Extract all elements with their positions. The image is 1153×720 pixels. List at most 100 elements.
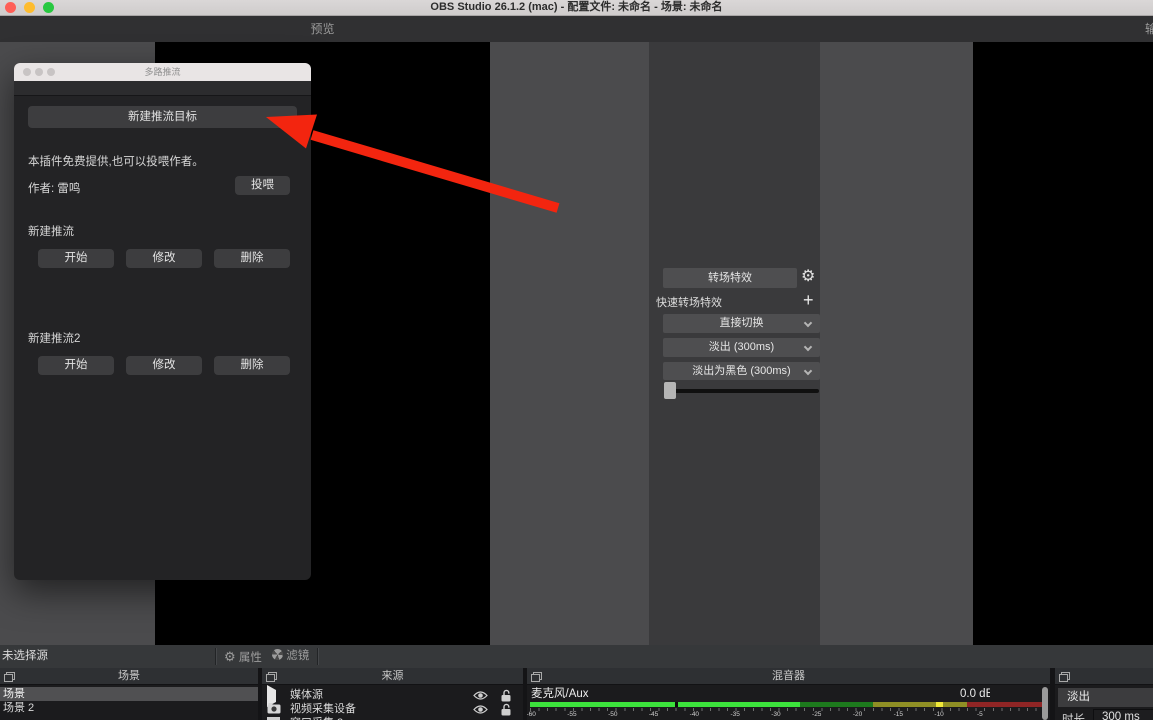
program-canvas[interactable] bbox=[973, 42, 1153, 645]
chevron-down-icon bbox=[804, 367, 812, 375]
status-toolbar: 未选择源 ⚙ 属性 滤镜 bbox=[0, 645, 1153, 668]
add-quick-transition-icon[interactable]: + bbox=[803, 290, 814, 311]
source-name: 窗口采集 2 bbox=[290, 716, 343, 720]
meter-tick-label: -10 bbox=[934, 711, 943, 718]
stream1-modify-button[interactable]: 修改 bbox=[126, 249, 202, 268]
scene-list-item[interactable]: 场景 2 bbox=[0, 701, 258, 715]
scene-transitions-dock-header[interactable] bbox=[1055, 668, 1153, 685]
dialog-close-icon[interactable] bbox=[23, 68, 31, 76]
transition-select[interactable]: 淡出 bbox=[1058, 688, 1153, 707]
meter-tick-label: -20 bbox=[853, 711, 862, 718]
chevron-down-icon bbox=[804, 343, 812, 351]
mixer-dock: 混音器 麦克风/Aux 0.0 dB -60 -55 -50 -45 -40 -… bbox=[527, 668, 1050, 720]
meter-segment-olive bbox=[873, 702, 967, 707]
sources-dock-title: 来源 bbox=[382, 670, 404, 682]
mixer-channel-name: 麦克风/Aux bbox=[531, 687, 589, 701]
duration-label: 时长 bbox=[1062, 711, 1085, 720]
zoom-window-icon[interactable] bbox=[43, 2, 54, 13]
chevron-down-icon bbox=[804, 319, 812, 327]
transitions-header-button[interactable]: 转场特效 bbox=[663, 268, 797, 288]
scene-name: 场景 2 bbox=[3, 701, 34, 715]
source-list-item[interactable]: 窗口采集 2 bbox=[262, 716, 523, 720]
meter-tick-label: -55 bbox=[567, 711, 576, 718]
meter-tick-label: -50 bbox=[608, 711, 617, 718]
program-view-label: 输出 bbox=[1145, 16, 1153, 42]
docks-area: 场景 场景 场景 2 来源 媒体源 bbox=[0, 668, 1153, 720]
stream2-start-button[interactable]: 开始 bbox=[38, 356, 114, 375]
filters-label: 滤镜 bbox=[286, 650, 309, 662]
quick-transition-fade-black-button[interactable]: 淡出为黑色 (300ms) bbox=[663, 362, 820, 380]
dialog-titlebar[interactable]: 多路推流 bbox=[14, 63, 311, 81]
meter-tick-label: -40 bbox=[690, 711, 699, 718]
media-source-icon bbox=[267, 689, 283, 703]
dialog-zoom-icon[interactable] bbox=[47, 68, 55, 76]
scene-list-item[interactable]: 场景 bbox=[0, 687, 258, 701]
popout-dock-icon[interactable] bbox=[531, 672, 542, 682]
scenes-dock-title: 场景 bbox=[118, 670, 140, 682]
author-label: 作者: 雷鸣 bbox=[28, 180, 80, 196]
filters-icon bbox=[272, 649, 283, 660]
meter-segment-dark-green bbox=[800, 702, 873, 707]
scenes-dock: 场景 场景 场景 2 bbox=[0, 668, 258, 720]
quick-transition-fade-black-label: 淡出为黑色 (300ms) bbox=[692, 365, 790, 377]
stream2-delete-button[interactable]: 删除 bbox=[214, 356, 290, 375]
stream1-name: 新建推流 bbox=[28, 223, 74, 239]
filters-button[interactable]: 滤镜 bbox=[272, 645, 309, 668]
stream2-modify-button[interactable]: 修改 bbox=[126, 356, 202, 375]
popout-dock-icon[interactable] bbox=[266, 672, 277, 682]
close-window-icon[interactable] bbox=[5, 2, 16, 13]
dialog-title: 多路推流 bbox=[144, 67, 180, 77]
meter-tick-label: -60 bbox=[527, 711, 536, 718]
plugin-free-text: 本插件免费提供,也可以投喂作者。 bbox=[28, 153, 204, 169]
gear-icon: ⚙ bbox=[224, 649, 236, 664]
meter-tick-label: -35 bbox=[730, 711, 739, 718]
no-source-selected-label: 未选择源 bbox=[2, 645, 48, 668]
mixer-channel-level: 0.0 dB bbox=[960, 687, 990, 701]
popout-dock-icon[interactable] bbox=[4, 672, 15, 682]
stream1-delete-button[interactable]: 删除 bbox=[214, 249, 290, 268]
donate-button[interactable]: 投喂 bbox=[235, 176, 290, 195]
view-label-strip: 预览 输出 bbox=[0, 16, 1153, 42]
sources-dock: 来源 媒体源 视频采集设备 bbox=[262, 668, 523, 720]
quick-transition-fade-label: 淡出 (300ms) bbox=[709, 341, 774, 353]
new-stream-target-button[interactable]: 新建推流目标 bbox=[28, 106, 297, 128]
source-name: 视频采集设备 bbox=[290, 702, 356, 716]
popout-dock-icon[interactable] bbox=[1059, 672, 1070, 682]
meter-tick-label: -25 bbox=[812, 711, 821, 718]
volume-meter bbox=[530, 702, 1044, 707]
scene-transitions-dock: 淡出 时长 300 ms bbox=[1055, 668, 1153, 720]
meter-segment-red bbox=[967, 702, 1044, 707]
window-title: OBS Studio 26.1.2 (mac) - 配置文件: 未命名 - 场景… bbox=[430, 1, 722, 13]
system-titlebar: OBS Studio 26.1.2 (mac) - 配置文件: 未命名 - 场景… bbox=[0, 0, 1153, 16]
sources-dock-header[interactable]: 来源 bbox=[262, 668, 523, 685]
source-list-item[interactable]: 媒体源 bbox=[262, 688, 523, 702]
meter-tick-label: -30 bbox=[771, 711, 780, 718]
properties-button[interactable]: ⚙ 属性 bbox=[224, 645, 262, 668]
source-name: 媒体源 bbox=[290, 688, 323, 702]
transition-slider-track[interactable] bbox=[665, 389, 819, 393]
duration-spinner[interactable]: 300 ms bbox=[1093, 709, 1153, 720]
toolbar-divider bbox=[317, 648, 318, 665]
mixer-dock-title: 混音器 bbox=[772, 670, 805, 682]
meter-segment-bright-green bbox=[530, 702, 800, 707]
duration-value: 300 ms bbox=[1102, 711, 1140, 720]
meter-tick-label: -5 bbox=[977, 711, 983, 718]
transition-properties-gear-icon[interactable]: ⚙ bbox=[801, 266, 815, 286]
dialog-minimize-icon[interactable] bbox=[35, 68, 43, 76]
properties-label: 属性 bbox=[239, 652, 262, 664]
meter-notch bbox=[675, 702, 677, 707]
stream1-start-button[interactable]: 开始 bbox=[38, 249, 114, 268]
stream2-name: 新建推流2 bbox=[28, 330, 80, 346]
meter-tick-label: -15 bbox=[894, 711, 903, 718]
quick-transition-fade-button[interactable]: 淡出 (300ms) bbox=[663, 338, 820, 357]
quick-transitions-label: 快速转场特效 bbox=[656, 294, 722, 310]
source-list-item[interactable]: 视频采集设备 bbox=[262, 702, 523, 716]
scenes-dock-header[interactable]: 场景 bbox=[0, 668, 258, 685]
quick-transition-cut-button[interactable]: 直接切换 bbox=[663, 314, 820, 333]
mixer-dock-header[interactable]: 混音器 bbox=[527, 668, 1050, 685]
transition-slider-handle[interactable] bbox=[664, 382, 676, 399]
minimize-window-icon[interactable] bbox=[24, 2, 35, 13]
mixer-scrollbar[interactable] bbox=[1042, 687, 1048, 720]
preview-view-label: 预览 bbox=[155, 16, 490, 42]
toolbar-divider bbox=[215, 648, 216, 665]
